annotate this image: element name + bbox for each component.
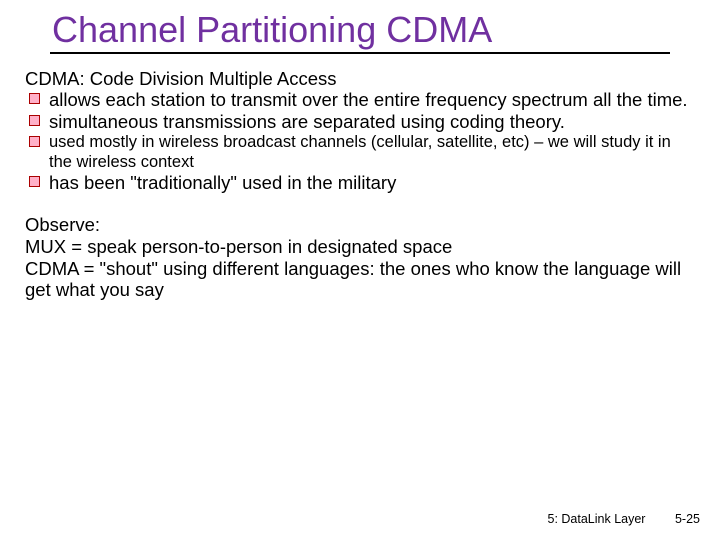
list-item: has been "traditionally" used in the mil… bbox=[25, 172, 695, 194]
footer-section: 5: DataLink Layer bbox=[548, 512, 646, 526]
title-container: Channel Partitioning CDMA bbox=[50, 10, 670, 54]
slide-footer: 5: DataLink Layer 5-25 bbox=[548, 512, 701, 526]
observe-line: MUX = speak person-to-person in designat… bbox=[25, 236, 695, 258]
bullet-text: simultaneous transmissions are separated… bbox=[49, 111, 565, 132]
observe-line: CDMA = "shout" using different languages… bbox=[25, 258, 695, 302]
bullet-text: has been "traditionally" used in the mil… bbox=[49, 172, 396, 193]
list-item: simultaneous transmissions are separated… bbox=[25, 111, 695, 133]
slide-title: Channel Partitioning CDMA bbox=[50, 10, 670, 54]
bullet-list: allows each station to transmit over the… bbox=[25, 89, 695, 193]
list-item: allows each station to transmit over the… bbox=[25, 89, 695, 111]
content-subhead: CDMA: Code Division Multiple Access bbox=[25, 68, 695, 90]
observe-heading: Observe: bbox=[25, 214, 695, 236]
bullet-text: used mostly in wireless broadcast channe… bbox=[49, 133, 671, 170]
footer-slidenum: 5-25 bbox=[675, 512, 700, 526]
list-item: used mostly in wireless broadcast channe… bbox=[25, 133, 695, 172]
slide: Channel Partitioning CDMA CDMA: Code Div… bbox=[0, 0, 720, 540]
observe-block: Observe: MUX = speak person-to-person in… bbox=[25, 214, 695, 301]
slide-content: CDMA: Code Division Multiple Access allo… bbox=[25, 68, 695, 302]
bullet-text: allows each station to transmit over the… bbox=[49, 89, 688, 110]
